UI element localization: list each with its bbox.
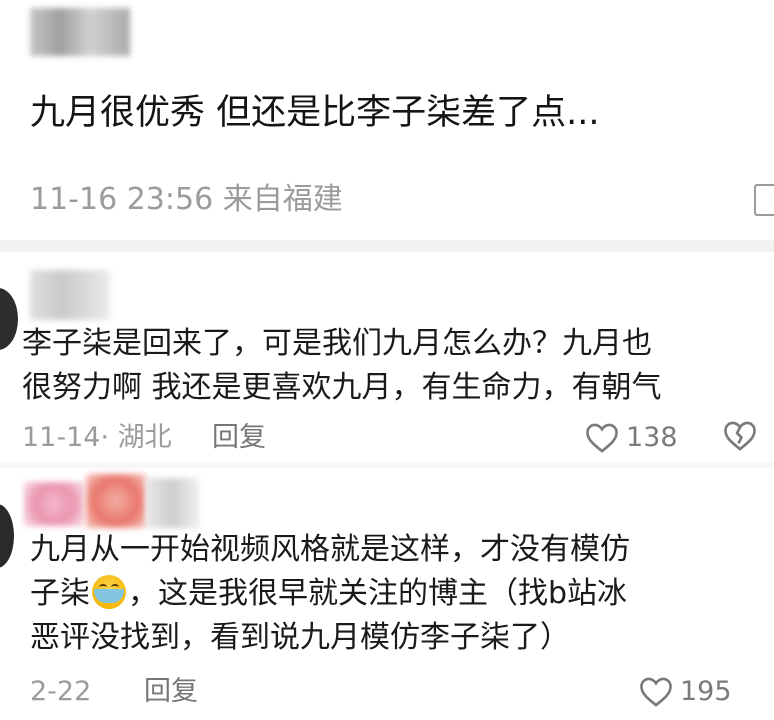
reply-button[interactable]: 回复 xyxy=(212,418,266,458)
comment-time: 11-14· 湖北 xyxy=(22,422,172,453)
heart-icon xyxy=(586,423,618,453)
comment-line: 恶评没找到，看到说九月模仿李子柒了） xyxy=(30,620,570,655)
comment-meta: 2-22 回复 195 xyxy=(30,672,770,716)
comment-text: 李子柒是回来了，可是我们九月怎么办？九月也 很努力啊 我还是更喜欢九月，有生命力… xyxy=(22,322,760,410)
avatar[interactable] xyxy=(0,288,18,350)
broken-heart-icon xyxy=(724,421,756,451)
like-button[interactable]: 138 xyxy=(584,418,678,458)
comment-line: 子柒 ，这是我很早就关注的博主（找b站冰 xyxy=(30,572,770,616)
comment-thread: 九月很优秀 但还是比李子柒差了点... 11-16 23:56 来自福建 李子柒… xyxy=(0,0,774,720)
comment-text: 九月从一开始视频风格就是这样，才没有模仿 子柒 ，这是我很早就关注的博主（找b站冰… xyxy=(30,528,770,660)
avatar[interactable] xyxy=(0,504,14,568)
comment-line: 九月从一开始视频风格就是这样，才没有模仿 xyxy=(30,532,630,567)
comment-meta: 11-16 23:56 来自福建 xyxy=(30,178,343,222)
like-button[interactable]: 195 xyxy=(638,672,732,712)
crying-face-emoji-icon xyxy=(92,575,126,609)
comment-meta: 11-14· 湖北 回复 138 xyxy=(22,418,762,462)
dislike-button[interactable] xyxy=(722,420,758,464)
divider xyxy=(0,240,774,252)
comment-time: 11-16 23:56 xyxy=(30,182,214,217)
like-count: 138 xyxy=(626,422,678,453)
like-count: 195 xyxy=(680,676,732,707)
comment-fragment: 子柒 xyxy=(30,576,90,611)
comment-text: 九月很优秀 但还是比李子柒差了点... xyxy=(30,93,600,133)
comment-fragment: ，这是我很早就关注的博主（找b站冰 xyxy=(128,576,628,611)
comment-2: 李子柒是回来了，可是我们九月怎么办？九月也 很努力啊 我还是更喜欢九月，有生命力… xyxy=(0,252,774,462)
blurred-username xyxy=(30,270,110,320)
comment-line: 很努力啊 我还是更喜欢九月，有生命力，有朝气 xyxy=(22,370,662,405)
comment-line: 李子柒是回来了，可是我们九月怎么办？九月也 xyxy=(22,326,652,361)
comment-location: 来自福建 xyxy=(222,182,343,217)
comment-3: 九月从一开始视频风格就是这样，才没有模仿 子柒 ，这是我很早就关注的博主（找b站冰… xyxy=(0,466,774,720)
comment-1: 九月很优秀 但还是比李子柒差了点... 11-16 23:56 来自福建 xyxy=(0,0,774,235)
blurred-username xyxy=(24,482,84,526)
reply-button[interactable]: 回复 xyxy=(144,672,198,712)
comment-time: 2-22 xyxy=(30,676,92,707)
blurred-username xyxy=(86,474,146,528)
heart-icon xyxy=(640,677,672,707)
blurred-username xyxy=(30,8,130,56)
blurred-username xyxy=(146,478,200,528)
edit-icon[interactable] xyxy=(754,184,774,216)
